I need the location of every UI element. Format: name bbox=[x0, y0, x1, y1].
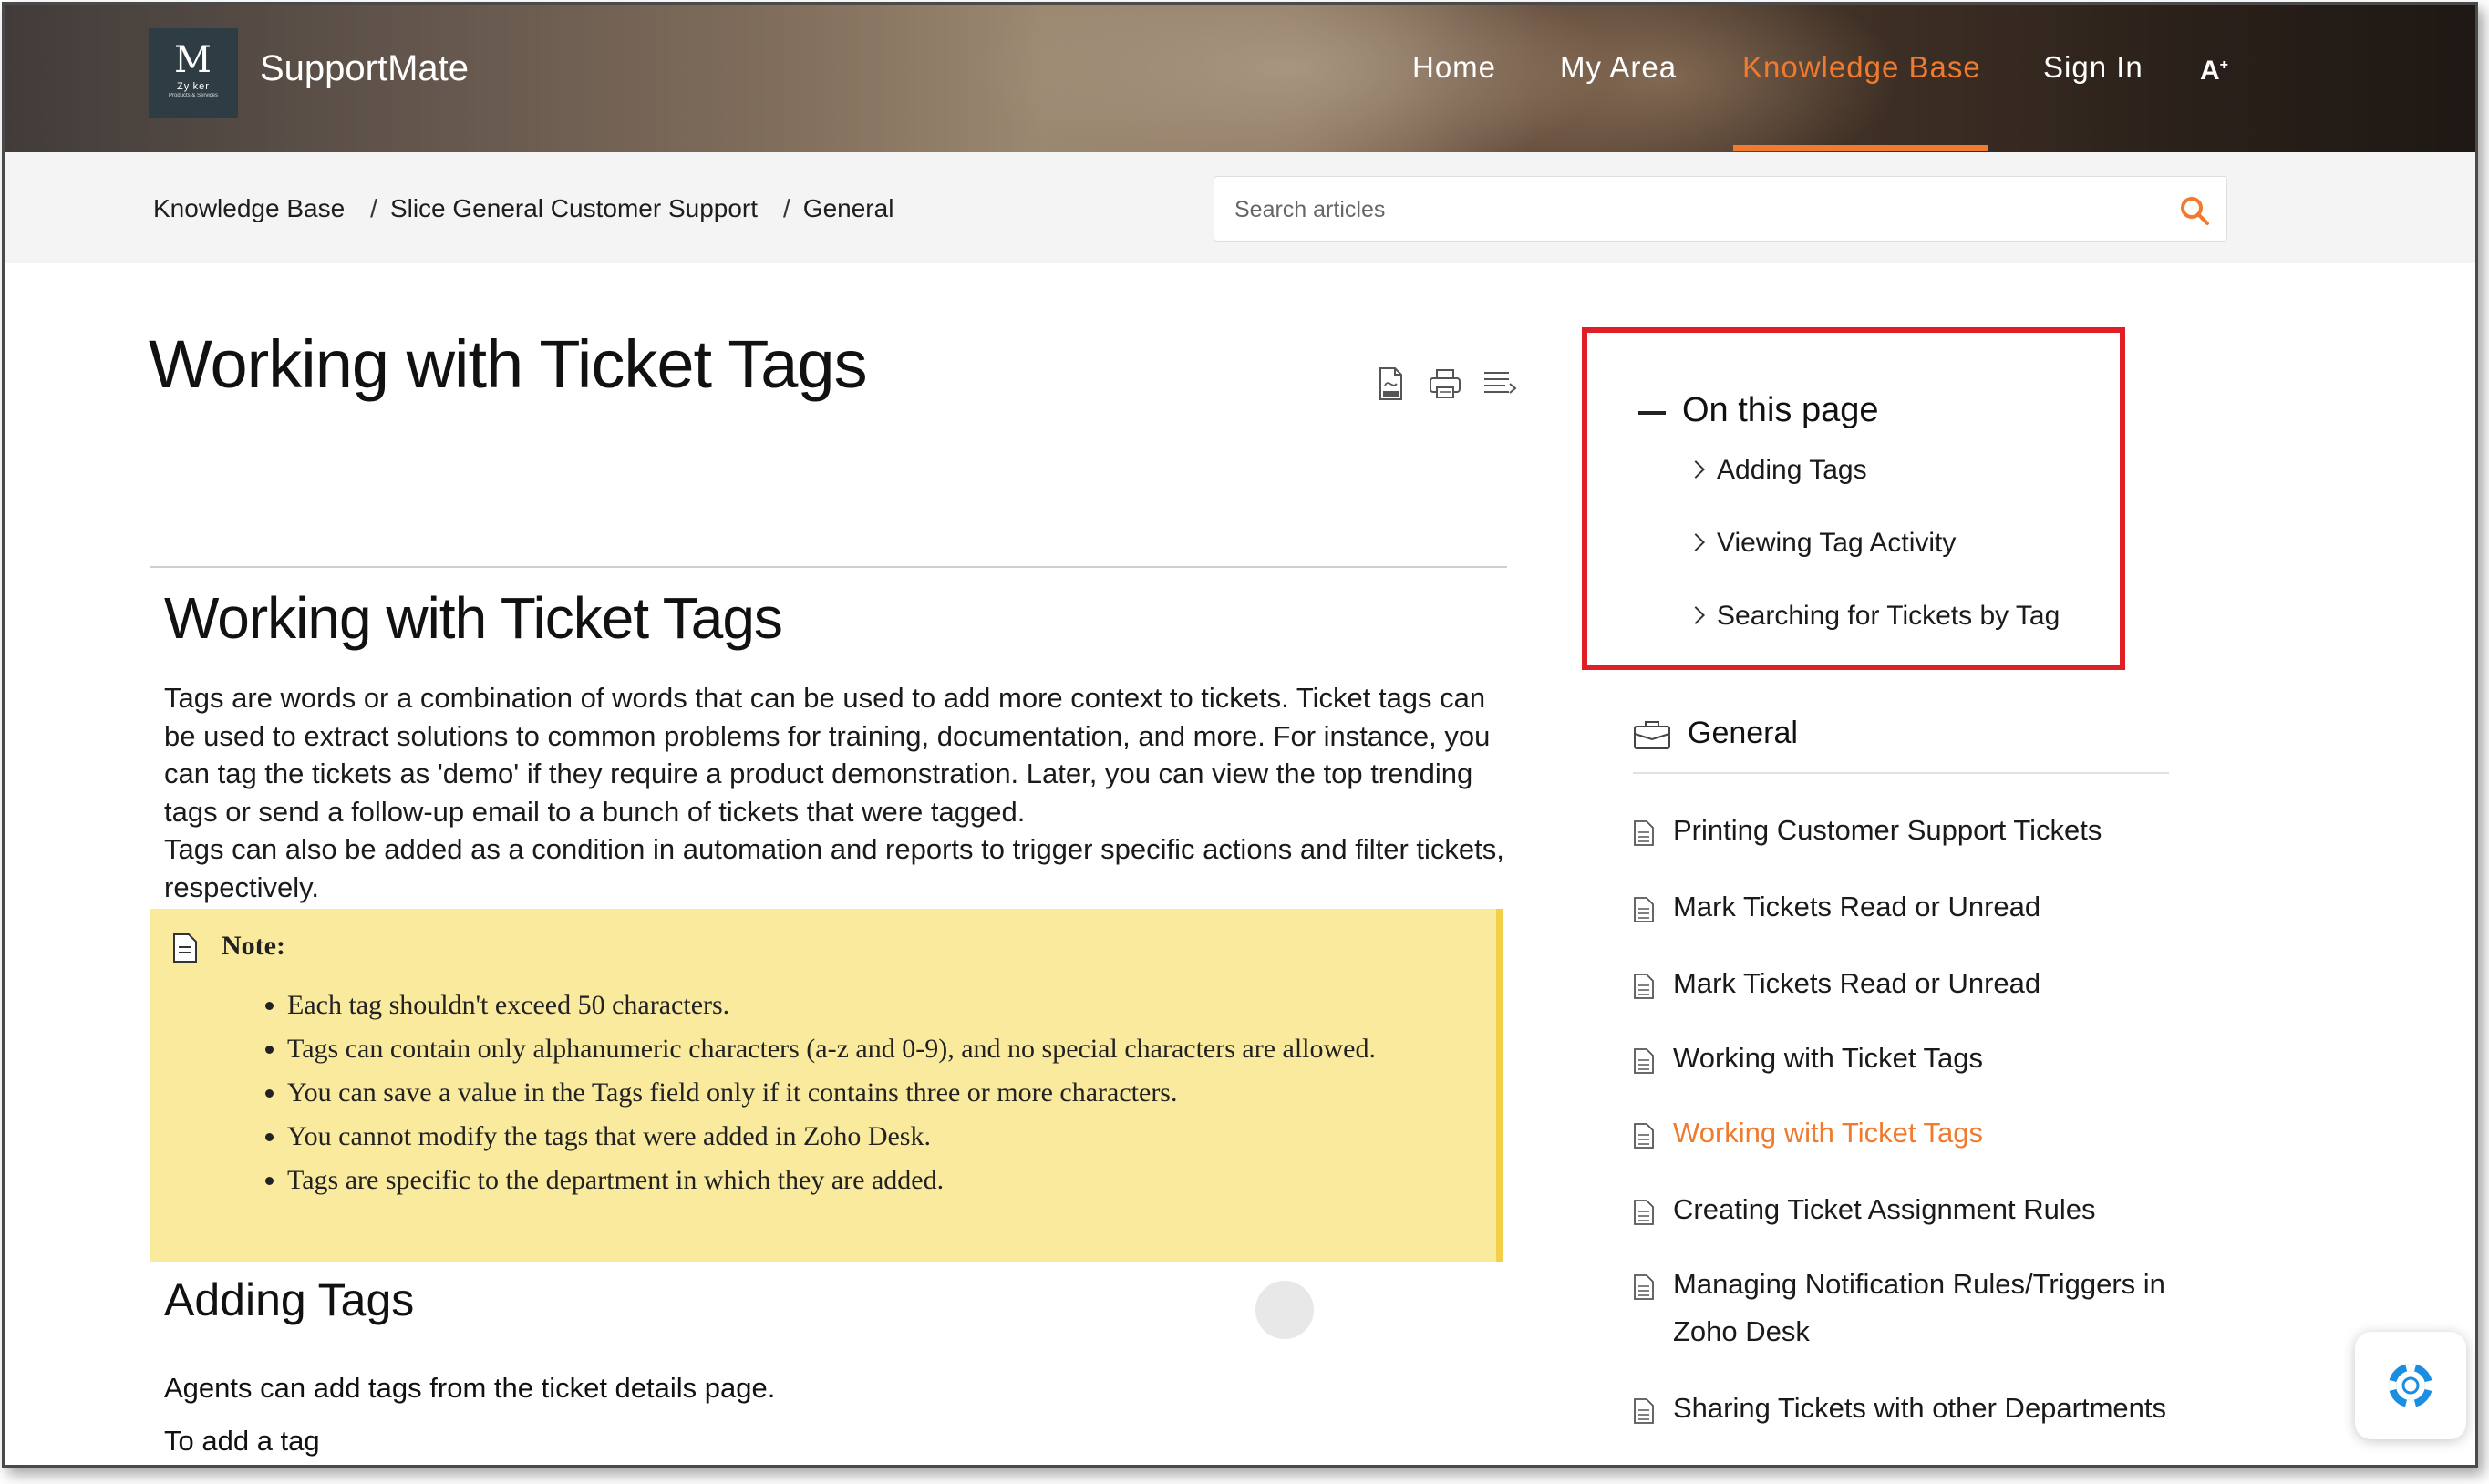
help-widget-button[interactable] bbox=[2355, 1332, 2466, 1439]
briefcase-icon bbox=[1634, 721, 1670, 749]
sidebar-divider bbox=[1633, 772, 2169, 774]
intro-text: Tags are words or a combination of words… bbox=[164, 682, 1491, 828]
chevron-right-icon bbox=[1687, 533, 1705, 551]
note-item: Each tag shouldn't exceed 50 characters. bbox=[287, 984, 1376, 1027]
chevron-right-icon bbox=[1687, 460, 1705, 479]
note-item: Tags can contain only alphanumeric chara… bbox=[287, 1027, 1376, 1071]
toc-item-label: Searching for Tickets by Tag bbox=[1717, 601, 2060, 631]
search-input[interactable] bbox=[1233, 177, 2148, 242]
page-icon bbox=[1634, 1048, 1654, 1074]
sidebar-article-label: Mark Tickets Read or Unread bbox=[1673, 891, 2041, 922]
note-label: Note: bbox=[222, 931, 285, 961]
sidebar-article-label: Mark Tickets Read or Unread bbox=[1673, 967, 2041, 999]
nav-active-indicator bbox=[1733, 145, 1988, 151]
breadcrumb: Knowledge Base / Slice General Customer Su… bbox=[153, 194, 893, 223]
sidebar-article-label: Printing Customer Support Tickets bbox=[1673, 814, 2102, 846]
pdf-icon[interactable] bbox=[1372, 366, 1409, 402]
breadcrumb-separator: / bbox=[783, 194, 790, 222]
search-box bbox=[1214, 176, 2227, 242]
logo-company: Zylker bbox=[177, 81, 210, 92]
article-intro: Tags are words or a combination of words… bbox=[164, 679, 1513, 906]
note-item: You can save a value in the Tags field o… bbox=[287, 1071, 1376, 1115]
toc-item-searching-by-tag[interactable]: Searching for Tickets by Tag bbox=[1687, 601, 2060, 632]
on-this-page-toc: On this page Adding Tags Viewing Tag Act… bbox=[1582, 327, 2125, 670]
nav-knowledge-base[interactable]: Knowledge Base bbox=[1742, 50, 1981, 85]
page-icon bbox=[1634, 1200, 1654, 1225]
sidebar-article-label: Sharing Tickets with other Departments bbox=[1673, 1392, 2167, 1424]
sidebar-article-label: Creating Ticket Assignment Rules bbox=[1673, 1193, 2096, 1225]
sidebar-article-label: Managing Notification Rules/Triggers in … bbox=[1673, 1268, 2165, 1347]
page-icon bbox=[1634, 1123, 1654, 1149]
note-item: Tags are specific to the department in w… bbox=[287, 1159, 1376, 1202]
scroll-indicator[interactable] bbox=[1255, 1281, 1314, 1339]
article-heading: Working with Ticket Tags bbox=[164, 585, 783, 651]
note-list: Each tag shouldn't exceed 50 characters.… bbox=[232, 984, 1376, 1202]
page-icon bbox=[1634, 820, 1654, 846]
site-header: M Zylker Products & Services SupportMate… bbox=[5, 5, 2475, 187]
lifebuoy-icon bbox=[2389, 1364, 2432, 1407]
print-icon[interactable] bbox=[1427, 366, 1463, 402]
toc-item-label: Adding Tags bbox=[1717, 455, 1867, 485]
breadcrumb-department[interactable]: Slice General Customer Support bbox=[390, 194, 758, 222]
breadcrumb-knowledge-base[interactable]: Knowledge Base bbox=[153, 194, 345, 222]
collapse-icon[interactable] bbox=[1638, 411, 1666, 415]
toc-title[interactable]: On this page bbox=[1682, 391, 1878, 430]
search-icon[interactable] bbox=[2179, 195, 2210, 226]
note-callout: Note: Each tag shouldn't exceed 50 chara… bbox=[150, 909, 1503, 1262]
intro-text-2: Tags can also be added as a condition in… bbox=[164, 833, 1504, 903]
sidebar-category-label: General bbox=[1688, 716, 1798, 750]
breadcrumb-bar: Knowledge Base / Slice General Customer Su… bbox=[5, 152, 2475, 263]
breadcrumb-separator: / bbox=[370, 194, 377, 222]
toc-item-label: Viewing Tag Activity bbox=[1717, 528, 1957, 558]
title-divider bbox=[150, 566, 1507, 568]
section-text: To add a tag bbox=[164, 1425, 320, 1457]
sidebar-article-label: Working with Ticket Tags bbox=[1673, 1042, 1983, 1074]
page-title: Working with Ticket Tags bbox=[149, 326, 868, 402]
toc-item-viewing-tag-activity[interactable]: Viewing Tag Activity bbox=[1687, 528, 1957, 559]
logo-tagline: Products & Services bbox=[168, 93, 219, 98]
section-text: Agents can add tags from the ticket deta… bbox=[164, 1372, 776, 1404]
chevron-right-icon bbox=[1687, 606, 1705, 624]
reading-list-icon[interactable] bbox=[1482, 366, 1518, 402]
browser-page: M Zylker Products & Services SupportMate… bbox=[2, 2, 2478, 1468]
company-logo[interactable]: M Zylker Products & Services bbox=[149, 28, 238, 118]
breadcrumb-category[interactable]: General bbox=[803, 194, 894, 222]
font-size-icon[interactable]: A+ bbox=[2200, 56, 2228, 87]
document-icon bbox=[173, 933, 197, 963]
nav-my-area[interactable]: My Area bbox=[1560, 50, 1677, 85]
note-item: You cannot modify the tags that were add… bbox=[287, 1115, 1376, 1159]
page-icon bbox=[1634, 974, 1654, 999]
page-icon bbox=[1634, 897, 1654, 922]
brand-name[interactable]: SupportMate bbox=[260, 48, 469, 89]
section-heading-adding-tags: Adding Tags bbox=[164, 1274, 415, 1325]
nav-home[interactable]: Home bbox=[1412, 50, 1496, 85]
page-icon bbox=[1634, 1274, 1654, 1300]
font-size-label: A bbox=[2200, 56, 2220, 86]
page-icon bbox=[1634, 1398, 1654, 1424]
sidebar-article-label: Working with Ticket Tags bbox=[1673, 1117, 1983, 1149]
font-size-plus: + bbox=[2219, 57, 2229, 73]
toc-item-adding-tags[interactable]: Adding Tags bbox=[1687, 455, 1867, 486]
nav-sign-in[interactable]: Sign In bbox=[2043, 50, 2143, 85]
logo-monogram: M bbox=[174, 39, 212, 81]
